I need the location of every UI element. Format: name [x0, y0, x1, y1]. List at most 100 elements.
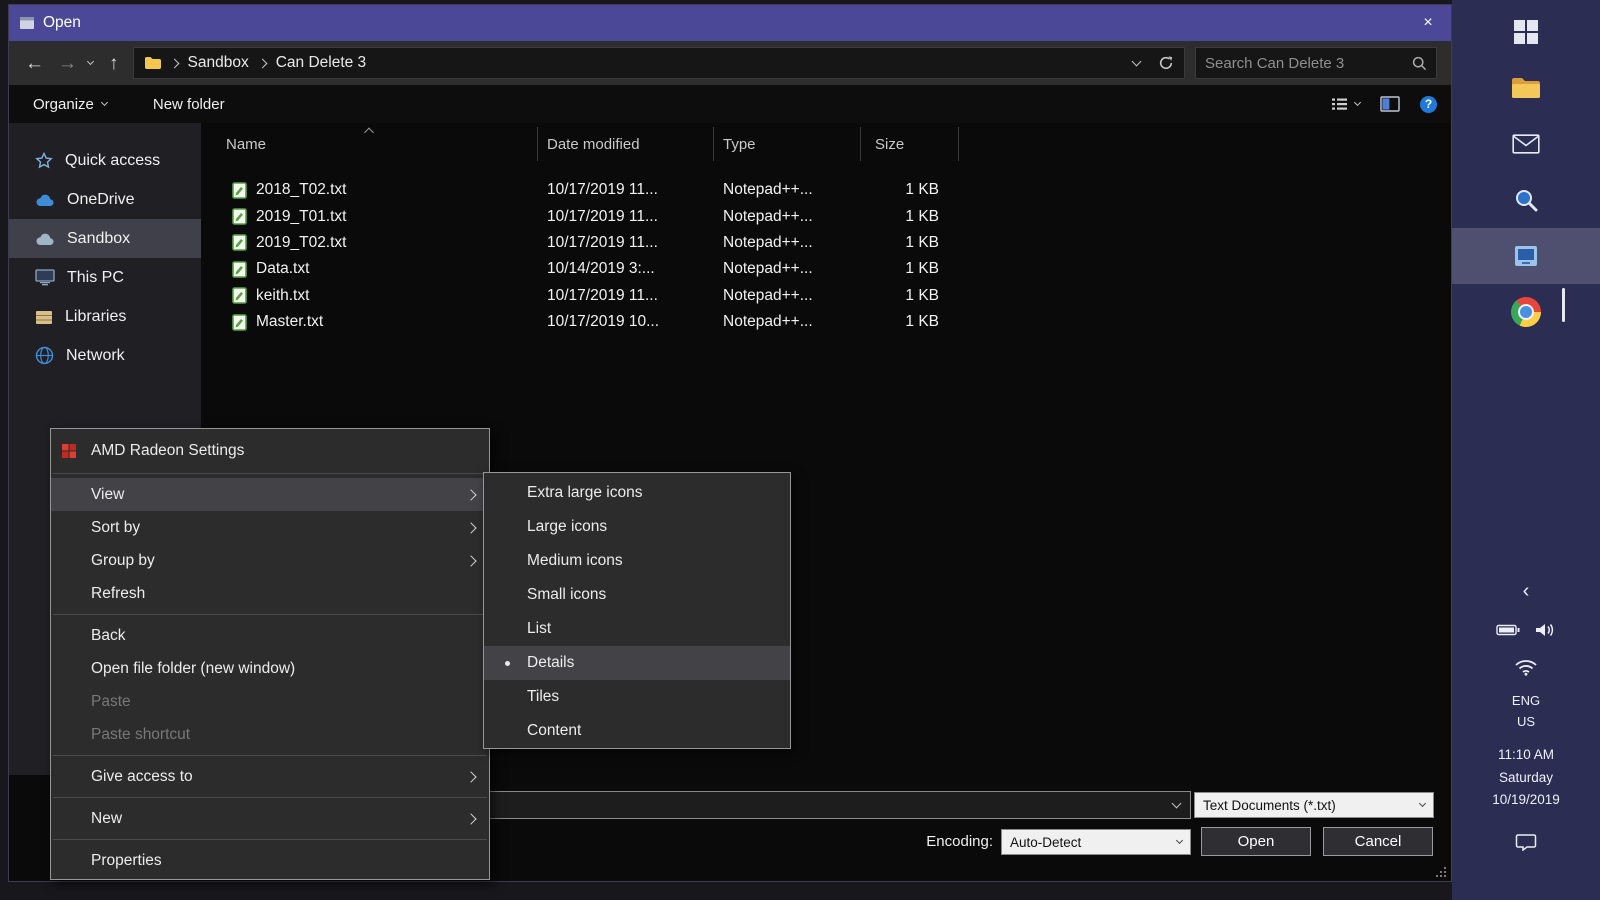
view-option-tiles[interactable]: Tiles	[484, 680, 790, 714]
column-header-label: Name	[226, 135, 267, 153]
npp-file-icon	[232, 234, 247, 252]
preview-pane-icon[interactable]	[1380, 96, 1400, 112]
file-row-keith-txt[interactable]: keith.txt 10/17/2019 11... Notepad++... 1 K…	[201, 283, 1451, 309]
file-row-2019-t02-txt[interactable]: 2019_T02.txt 10/17/2019 11... Notepad++...…	[201, 230, 1451, 256]
file-name: Master.txt	[256, 313, 324, 331]
taskbar-apps	[1452, 4, 1600, 340]
sidebar-item-label: OneDrive	[67, 190, 135, 208]
address-dropdown-icon[interactable]	[1131, 56, 1142, 67]
menu-item-amd-radeon-settings[interactable]: AMD Radeon Settings	[51, 432, 489, 469]
resize-grip-icon[interactable]	[1433, 864, 1447, 878]
cloud-blue-icon	[35, 193, 55, 207]
menu-item-view[interactable]: View	[51, 478, 489, 511]
file-list: 2018_T02.txt 10/17/2019 11... Notepad++...…	[201, 177, 1451, 335]
menu-item-new[interactable]: New	[51, 802, 489, 835]
taskbar-clock[interactable]: 11:10 AM Saturday 10/19/2019	[1452, 744, 1600, 812]
view-option-small-icons[interactable]: Small icons	[484, 578, 790, 612]
file-row-master-txt[interactable]: Master.txt 10/17/2019 10... Notepad++... 1 …	[201, 309, 1451, 335]
sidebar-item-quick-access[interactable]: Quick access	[9, 141, 201, 180]
help-button[interactable]: ?	[1420, 95, 1437, 113]
open-button[interactable]: Open	[1201, 827, 1311, 856]
cancel-button[interactable]: Cancel	[1323, 827, 1433, 856]
taskbar-chrome-button[interactable]	[1452, 284, 1600, 340]
organize-label: Organize	[33, 95, 94, 113]
file-row-2019-t01-txt[interactable]: 2019_T01.txt 10/17/2019 11... Notepad++...…	[201, 203, 1451, 229]
menu-item-open-file-folder-new-window[interactable]: Open file folder (new window)	[51, 652, 489, 685]
back-button[interactable]: ←	[25, 54, 44, 73]
menu-item-label: Group by	[91, 551, 155, 569]
column-header-name[interactable]: Name	[201, 127, 538, 161]
sort-ascending-icon	[364, 127, 374, 138]
action-center-icon[interactable]	[1452, 833, 1600, 856]
taskbar-search-button[interactable]	[1452, 172, 1600, 228]
view-option-large-icons[interactable]: Large icons	[484, 510, 790, 544]
menu-item-label: View	[91, 485, 125, 503]
column-header-label: Size	[875, 135, 905, 153]
submenu-arrow-icon	[465, 554, 477, 567]
taskbar-active-app-button[interactable]	[1452, 228, 1600, 284]
file-date-modified: 10/14/2019 3:...	[547, 260, 655, 278]
filename-combobox[interactable]	[439, 791, 1191, 819]
breadcrumb-item-sandbox[interactable]: Sandbox	[188, 54, 249, 72]
column-header-label: Type	[723, 135, 756, 153]
encoding-combobox[interactable]: Auto-Detect	[1001, 829, 1191, 855]
address-bar[interactable]: Sandbox Can Delete 3	[132, 47, 1185, 79]
titlebar[interactable]: Open ×	[9, 5, 1451, 41]
file-type: Notepad++...	[723, 286, 813, 304]
view-option-extra-large-icons[interactable]: Extra large icons	[484, 476, 790, 510]
organize-button[interactable]: Organize	[33, 95, 108, 113]
menu-item-refresh[interactable]: Refresh	[51, 577, 489, 610]
npp-file-icon	[232, 287, 247, 305]
breadcrumb-item-can-delete-3[interactable]: Can Delete 3	[276, 54, 366, 72]
close-button[interactable]: ×	[1405, 5, 1451, 41]
change-view-button[interactable]	[1331, 97, 1362, 111]
show-hidden-icons-chevron[interactable]: ‹	[1452, 580, 1600, 603]
recent-locations-chevron-icon[interactable]	[86, 57, 95, 66]
new-folder-button[interactable]: New folder	[153, 96, 225, 113]
view-option-content[interactable]: Content	[484, 714, 790, 748]
file-row-2018-t02-txt[interactable]: 2018_T02.txt 10/17/2019 11... Notepad++...…	[201, 177, 1451, 203]
view-option-label: Tiles	[527, 688, 560, 705]
menu-item-give-access-to[interactable]: Give access to	[51, 760, 489, 793]
refresh-icon[interactable]	[1158, 55, 1174, 71]
taskbar-scrollbar[interactable]	[1562, 288, 1565, 322]
search-box[interactable]	[1195, 47, 1437, 79]
taskbar-mail-button[interactable]	[1452, 116, 1600, 172]
sidebar-item-sandbox[interactable]: Sandbox	[9, 219, 201, 258]
column-header-type[interactable]: Type	[714, 127, 861, 161]
menu-item-group-by[interactable]: Group by	[51, 544, 489, 577]
file-type: Notepad++...	[723, 233, 813, 251]
forward-button[interactable]: →	[58, 54, 77, 73]
view-option-list[interactable]: List	[484, 612, 790, 646]
npp-file-icon	[232, 261, 247, 278]
menu-item-label: Give access to	[91, 767, 193, 785]
encoding-value: Auto-Detect	[1010, 834, 1082, 850]
sidebar-item-network[interactable]: Network	[9, 336, 201, 375]
menu-separator	[53, 755, 487, 756]
taskbar-file-explorer-button[interactable]	[1452, 60, 1600, 116]
sidebar-item-this-pc[interactable]: This PC	[9, 258, 201, 297]
file-size: 1 KB	[905, 207, 939, 225]
sidebar-item-libraries[interactable]: Libraries	[9, 297, 201, 336]
network-icon	[35, 346, 54, 365]
file-date-modified: 10/17/2019 10...	[547, 313, 660, 331]
menu-item-back[interactable]: Back	[51, 619, 489, 652]
view-option-details[interactable]: Details	[484, 646, 790, 680]
speaker-icon[interactable]	[1534, 622, 1556, 638]
filename-input[interactable]	[450, 796, 1173, 814]
taskbar-start-button[interactable]	[1452, 4, 1600, 60]
battery-icon[interactable]	[1496, 624, 1520, 636]
filetype-combobox[interactable]: Text Documents (*.txt)	[1194, 792, 1434, 818]
chevron-down-icon	[1353, 98, 1362, 107]
column-header-size[interactable]: Size	[861, 127, 959, 161]
menu-item-properties[interactable]: Properties	[51, 844, 489, 877]
search-input[interactable]	[1205, 54, 1412, 72]
up-button[interactable]: ↑	[109, 54, 119, 73]
view-option-medium-icons[interactable]: Medium icons	[484, 544, 790, 578]
wifi-icon[interactable]	[1452, 658, 1600, 681]
menu-item-sort-by[interactable]: Sort by	[51, 511, 489, 544]
file-row-data-txt[interactable]: Data.txt 10/14/2019 3:... Notepad++... 1 KB	[201, 256, 1451, 282]
column-header-date-modified[interactable]: Date modified	[538, 127, 714, 161]
language-indicator[interactable]: ENG US	[1452, 690, 1600, 732]
sidebar-item-onedrive[interactable]: OneDrive	[9, 180, 201, 219]
